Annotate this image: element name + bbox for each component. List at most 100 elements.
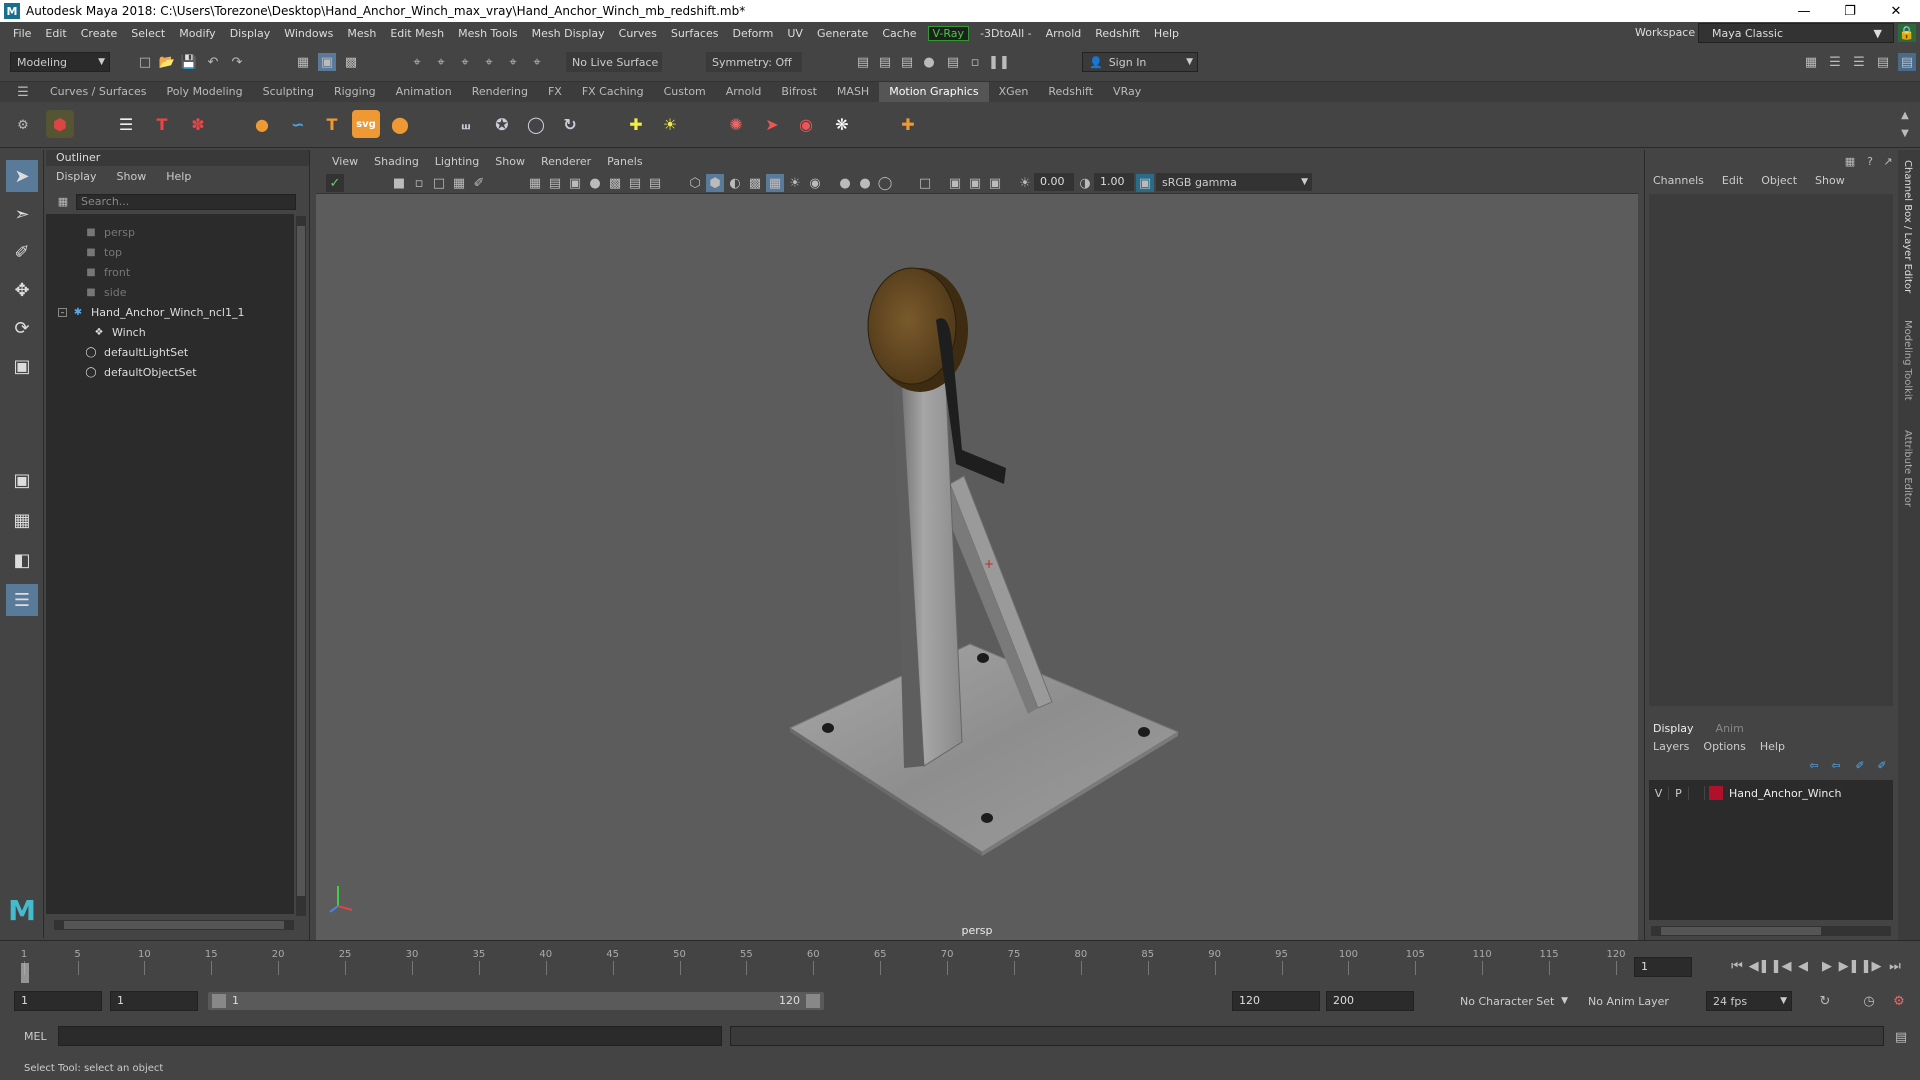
- command-language-label[interactable]: MEL: [24, 1030, 47, 1043]
- shelf-tab-curves-surfaces[interactable]: Curves / Surfaces: [40, 82, 157, 102]
- play-backwards-icon[interactable]: ◀: [1794, 957, 1812, 975]
- outliner-item-hand-anchor-winch[interactable]: – ✱ Hand_Anchor_Winch_ncl1_1: [58, 302, 245, 322]
- menu-edit-mesh[interactable]: Edit Mesh: [383, 27, 451, 40]
- animation-end-field[interactable]: 200: [1326, 991, 1414, 1011]
- move-tool-icon[interactable]: ✥: [6, 274, 38, 306]
- hypershade-icon[interactable]: ▤: [944, 53, 962, 71]
- layer-playback-toggle[interactable]: P: [1669, 786, 1689, 800]
- menu-mesh-display[interactable]: Mesh Display: [525, 27, 612, 40]
- shelf-tab-fx[interactable]: FX: [538, 82, 572, 102]
- range-start-handle[interactable]: [212, 994, 226, 1008]
- shadows-icon[interactable]: ☀: [786, 174, 804, 192]
- playback-end-field[interactable]: 120: [1232, 991, 1320, 1011]
- render-sequence-icon[interactable]: ▤: [876, 53, 894, 71]
- outliner-horizontal-scrollbar[interactable]: [54, 920, 294, 930]
- outliner-item-winch[interactable]: ❖ Winch: [92, 322, 146, 342]
- shelf-tab-vray[interactable]: VRay: [1103, 82, 1151, 102]
- menu-edit[interactable]: Edit: [38, 27, 73, 40]
- wireframe-on-shaded-icon[interactable]: ◐: [726, 174, 744, 192]
- vp-menu-renderer[interactable]: Renderer: [533, 155, 599, 168]
- current-time-indicator[interactable]: [21, 963, 29, 983]
- workspace-dropdown[interactable]: Maya Classic ▼: [1698, 23, 1894, 43]
- outliner-item-defaultobjectset[interactable]: ◯ defaultObjectSet: [84, 362, 196, 382]
- shelf-tab-rendering[interactable]: Rendering: [462, 82, 538, 102]
- layer-visibility-toggle[interactable]: V: [1649, 786, 1669, 800]
- single-perspective-view-icon[interactable]: ▣: [6, 464, 38, 496]
- outliner-search-input[interactable]: Search...: [76, 194, 296, 210]
- two-view-icon[interactable]: ◧: [6, 544, 38, 576]
- layer-row[interactable]: V P Hand_Anchor_Winch: [1649, 784, 1893, 802]
- motion-blur-icon[interactable]: ●: [836, 174, 854, 192]
- wireframe-icon[interactable]: ⬡: [686, 174, 704, 192]
- step-back-icon[interactable]: ◀❚: [1749, 957, 1770, 975]
- maya-home-icon[interactable]: M: [6, 894, 38, 927]
- vp-menu-shading[interactable]: Shading: [366, 155, 427, 168]
- 2d-pan-zoom-icon[interactable]: ▦: [450, 174, 468, 192]
- lock-icon[interactable]: 🔒: [1898, 24, 1916, 42]
- snap-vertex-icon[interactable]: ⌖: [528, 53, 546, 71]
- image-plane-icon[interactable]: □: [430, 174, 448, 192]
- cube-create-icon[interactable]: ⬤: [386, 110, 414, 138]
- side-tab-attribute-editor[interactable]: Attribute Editor: [1902, 430, 1913, 507]
- range-bar[interactable]: 1 120: [208, 992, 824, 1010]
- ambient-occlusion-icon[interactable]: ◉: [806, 174, 824, 192]
- menu-select[interactable]: Select: [124, 27, 172, 40]
- field-chart-icon[interactable]: ▩: [606, 174, 624, 192]
- menu-help[interactable]: Help: [1147, 27, 1186, 40]
- particle-icon[interactable]: ✺: [722, 110, 750, 138]
- select-component-icon[interactable]: ▩: [342, 53, 360, 71]
- render-settings-icon[interactable]: ●: [920, 53, 938, 71]
- shelf-tab-mash[interactable]: MASH: [827, 82, 879, 102]
- move-layer-up-icon[interactable]: ⇦: [1805, 756, 1823, 774]
- outliner-menu-help[interactable]: Help: [166, 170, 191, 183]
- smooth-shade-icon[interactable]: ⬢: [706, 174, 724, 192]
- menu-cache[interactable]: Cache: [875, 27, 923, 40]
- layer-editor-icon[interactable]: ▤: [1898, 53, 1916, 71]
- command-input[interactable]: [58, 1026, 722, 1046]
- snap-grid-icon[interactable]: ⌖: [408, 53, 426, 71]
- side-tab-modeling-toolkit[interactable]: Modeling Toolkit: [1902, 320, 1913, 401]
- gamma-icon[interactable]: ◑: [1076, 174, 1094, 192]
- select-tool-icon[interactable]: ➤: [6, 160, 38, 192]
- current-frame-field[interactable]: 1: [1634, 957, 1692, 977]
- outliner-item-front[interactable]: ■ front: [84, 262, 130, 282]
- playback-start-field[interactable]: 1: [110, 991, 198, 1011]
- menu-deform[interactable]: Deform: [725, 27, 780, 40]
- bookmark-icon[interactable]: ▫: [410, 174, 428, 192]
- select-object-icon[interactable]: ▣: [318, 53, 336, 71]
- ring-icon[interactable]: ◯: [522, 110, 550, 138]
- vp-menu-show[interactable]: Show: [487, 155, 533, 168]
- grease-pencil-icon[interactable]: ✐: [470, 174, 488, 192]
- paint-select-icon[interactable]: ✐: [6, 236, 38, 268]
- outliner-item-side[interactable]: ■ side: [84, 282, 126, 302]
- vp-menu-panels[interactable]: Panels: [599, 155, 650, 168]
- side-tab-channel-box[interactable]: Channel Box / Layer Editor: [1902, 160, 1913, 293]
- layer-menu-help[interactable]: Help: [1760, 740, 1785, 753]
- vp-menu-lighting[interactable]: Lighting: [427, 155, 487, 168]
- outliner-vertical-scrollbar[interactable]: [296, 216, 306, 916]
- menu-display[interactable]: Display: [223, 27, 278, 40]
- svg-icon[interactable]: svg: [352, 110, 380, 138]
- outliner-item-top[interactable]: ■ top: [84, 242, 122, 262]
- layer-menu-layers[interactable]: Layers: [1653, 740, 1689, 753]
- isolate-select-icon[interactable]: □: [916, 174, 934, 192]
- script-editor-icon[interactable]: ▤: [1892, 1028, 1910, 1046]
- dynamics-icon[interactable]: ◉: [792, 110, 820, 138]
- viewport-3d-canvas[interactable]: +: [316, 194, 1638, 940]
- light-icon[interactable]: ☀: [656, 110, 684, 138]
- menu-redshift[interactable]: Redshift: [1088, 27, 1147, 40]
- channel-menu-object[interactable]: Object: [1761, 174, 1797, 187]
- menu-create[interactable]: Create: [74, 27, 125, 40]
- time-slider[interactable]: 1 5 10 15 20 25 30 35 40 45 50 55 60 65 70 75 80 85 90 95 10…: [0, 940, 1920, 984]
- mash-paint-icon[interactable]: ✽: [184, 110, 212, 138]
- xray-joints-icon[interactable]: ▣: [966, 174, 984, 192]
- symmetry-dropdown[interactable]: Symmetry: Off: [706, 52, 802, 72]
- play-forwards-icon[interactable]: ▶: [1818, 957, 1836, 975]
- mash-outliner-icon[interactable]: ☰: [112, 110, 140, 138]
- channel-menu-channels[interactable]: Channels: [1653, 174, 1704, 187]
- tool-settings-icon[interactable]: ☰: [1850, 53, 1868, 71]
- gamma-field[interactable]: 1.00: [1094, 173, 1134, 191]
- outliner-item-persp[interactable]: ■ persp: [84, 222, 135, 242]
- animation-preferences-icon[interactable]: ⚙: [1890, 992, 1908, 1010]
- outliner-menu-show[interactable]: Show: [117, 170, 147, 183]
